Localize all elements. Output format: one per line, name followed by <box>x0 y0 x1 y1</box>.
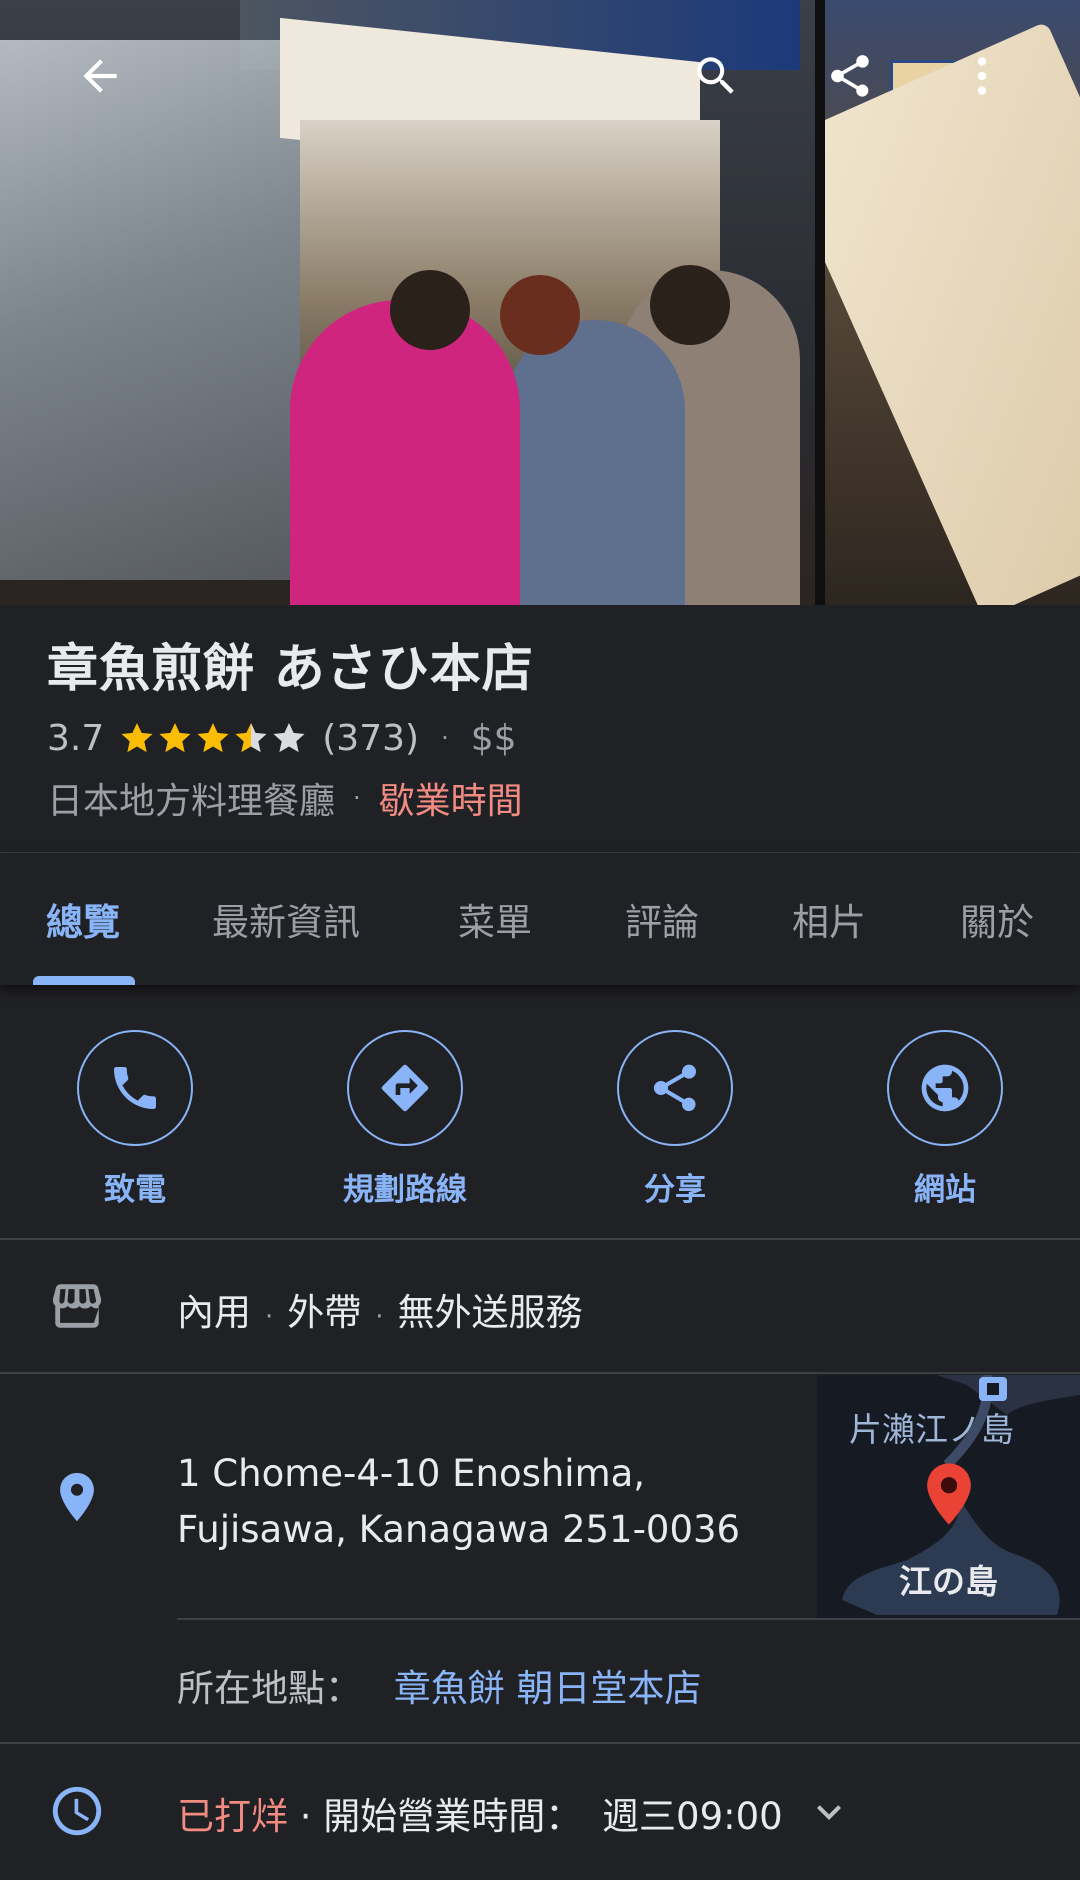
star-full-icon <box>159 722 191 753</box>
place-tabs: 總覽 最新資訊 菜單 評論 相片 關於 <box>0 853 1080 985</box>
place-category: 日本地方料理餐廳 <box>47 781 336 822</box>
star-full-icon <box>121 722 153 753</box>
review-count: (373) <box>322 717 420 759</box>
service-dine-in: 內用 <box>177 1291 251 1334</box>
website-label: 網站 <box>914 1172 976 1208</box>
located-in-label: 所在地點： <box>177 1667 362 1710</box>
tab-overview[interactable]: 總覽 <box>46 853 120 985</box>
hours-detail: · 開始營業時間： <box>299 1795 583 1838</box>
hours-status: 已打烊 <box>177 1795 288 1838</box>
search-icon <box>697 57 734 94</box>
hero-photo-gallery[interactable] <box>0 0 1080 605</box>
globe-icon <box>921 1064 969 1112</box>
located-in-link[interactable]: 章魚餅 朝日堂本店 <box>394 1667 702 1710</box>
service-takeout: 外帶 <box>287 1291 362 1334</box>
star-empty-icon <box>273 722 305 753</box>
tab-menu[interactable]: 菜單 <box>458 853 532 985</box>
map-label-station: 片瀨江ノ島 <box>849 1410 1014 1449</box>
place-header: 章魚煎餅 あさひ本店 3.7 (373) · $$ 日本地方料理餐廳 · 歇業時… <box>47 635 1040 825</box>
directions-icon <box>381 1064 429 1112</box>
tab-updates[interactable]: 最新資訊 <box>212 853 360 985</box>
arrow-back-icon <box>83 59 117 93</box>
more-options-button[interactable] <box>942 36 1022 116</box>
hours-status-link[interactable]: 歇業時間 <box>379 772 523 824</box>
share-icon <box>653 1064 696 1112</box>
search-button[interactable] <box>676 36 756 116</box>
star-half-icon <box>235 722 267 753</box>
back-button[interactable] <box>60 36 140 116</box>
directions-label: 規劃路線 <box>343 1172 467 1208</box>
service-no-delivery: 無外送服務 <box>397 1291 583 1334</box>
located-in-row[interactable]: 所在地點： 章魚餅 朝日堂本店 <box>0 1620 1080 1742</box>
more-vert-icon <box>977 57 987 95</box>
star-full-icon <box>197 722 229 753</box>
share-top-button[interactable] <box>810 36 890 116</box>
call-label: 致電 <box>104 1172 166 1208</box>
chevron-down-icon[interactable] <box>805 1788 853 1836</box>
tab-about[interactable]: 關於 <box>960 853 1034 985</box>
map-marker-icon <box>927 1463 971 1525</box>
map-label-island: 江の島 <box>899 1562 998 1601</box>
phone-icon <box>114 1067 156 1109</box>
rating-value: 3.7 <box>47 717 105 759</box>
hours-row[interactable]: 已打烊 · 開始營業時間： 週三09:00 <box>0 1744 1080 1880</box>
location-pin-icon <box>60 1472 94 1522</box>
service-options-row[interactable]: 內用 · 外帶 · 無外送服務 <box>0 1240 1080 1372</box>
quick-actions: 致電 規劃路線 分享 網站 <box>0 1005 1080 1240</box>
map-thumbnail[interactable]: 片瀨江ノ島 江の島 <box>817 1375 1080 1618</box>
share-button[interactable]: 分享 <box>540 1030 810 1209</box>
website-button[interactable]: 網站 <box>810 1030 1080 1209</box>
rating-stars <box>118 719 308 757</box>
address-line2: Fujisawa, Kanagawa 251-0036 <box>177 1508 741 1551</box>
rating-row[interactable]: 3.7 (373) · $$ <box>47 713 1040 763</box>
share-icon <box>831 55 869 97</box>
tab-reviews[interactable]: 評論 <box>625 853 699 985</box>
category-row: 日本地方料理餐廳 · 歇業時間 <box>47 771 1040 825</box>
active-tab-indicator <box>33 976 135 985</box>
price-level: $$ <box>470 717 517 759</box>
address-line1: 1 Chome-4-10 Enoshima, <box>177 1452 646 1495</box>
place-title: 章魚煎餅 あさひ本店 <box>47 640 534 699</box>
tab-photos[interactable]: 相片 <box>792 853 866 985</box>
clock-icon <box>52 1786 102 1836</box>
share-label: 分享 <box>644 1172 706 1208</box>
call-button[interactable]: 致電 <box>0 1030 270 1209</box>
directions-button[interactable]: 規劃路線 <box>270 1030 540 1209</box>
hours-next-open: 週三09:00 <box>602 1795 783 1838</box>
storefront-icon <box>52 1284 102 1328</box>
